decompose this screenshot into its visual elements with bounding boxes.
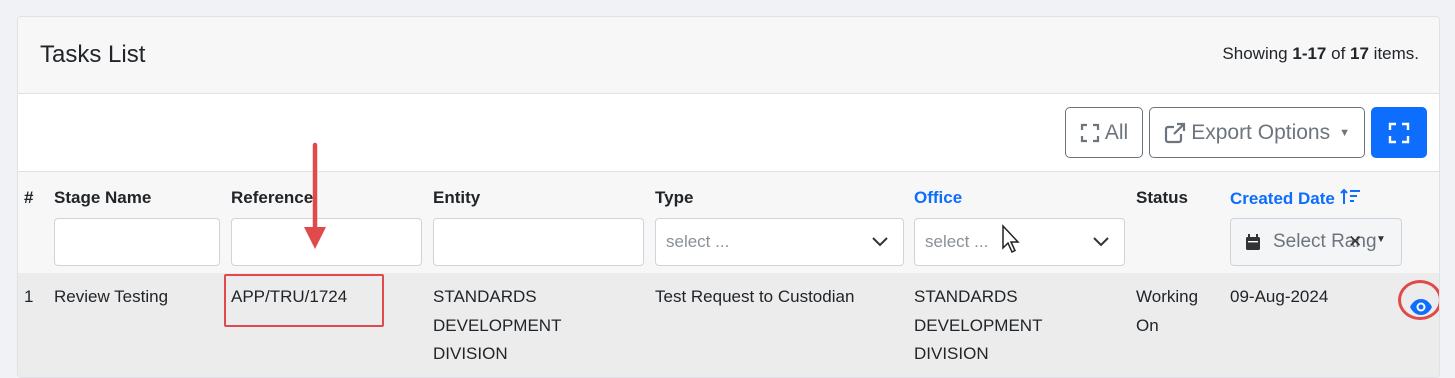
column-header-index: # <box>24 188 34 207</box>
view-highlight-circle <box>1398 280 1439 320</box>
column-header-entity[interactable]: Entity <box>433 188 480 208</box>
fullscreen-button[interactable] <box>1371 107 1427 158</box>
expand-icon <box>1080 123 1099 142</box>
annotation-arrow <box>304 142 326 249</box>
cell-office: STANDARDS DEVELOPMENT DIVISION <box>914 287 1043 363</box>
sort-ascending-icon <box>1339 188 1360 204</box>
reference-highlight-box <box>224 274 384 327</box>
stage-name-filter-input[interactable] <box>54 218 220 266</box>
cell-entity: STANDARDS DEVELOPMENT DIVISION <box>433 287 562 363</box>
cell-stage-name: Review Testing <box>54 287 169 306</box>
clear-date-icon[interactable]: ✕ <box>1348 232 1362 252</box>
export-options-label: Export Options <box>1191 120 1331 144</box>
mouse-pointer-icon <box>1002 224 1020 254</box>
caret-down-icon[interactable]: ▼ <box>1376 234 1386 245</box>
entity-filter-input[interactable] <box>433 218 644 266</box>
caret-down-icon: ▼ <box>1339 126 1350 139</box>
column-header-office[interactable]: Office <box>914 188 962 208</box>
type-filter-placeholder: select ... <box>666 232 730 251</box>
page-title: Tasks List <box>40 41 146 68</box>
calendar-icon <box>1246 233 1260 250</box>
created-date-label: Created Date <box>1230 189 1335 208</box>
type-filter-select[interactable]: select ... <box>655 218 904 266</box>
cell-index: 1 <box>24 287 34 306</box>
table-header: # Stage Name Reference Entity Type Offic… <box>18 171 1439 274</box>
cell-created-date: 09-Aug-2024 <box>1230 287 1329 306</box>
show-all-button[interactable]: All <box>1064 107 1144 158</box>
column-header-type[interactable]: Type <box>655 188 693 208</box>
show-all-label: All <box>1104 120 1129 144</box>
toolbar: All Export Options ▼ <box>1064 107 1427 158</box>
card-header: Tasks List Showing 1-17 of 17 items. <box>18 17 1439 94</box>
column-header-status[interactable]: Status <box>1136 188 1188 208</box>
tasks-card: Tasks List Showing 1-17 of 17 items. All… <box>17 16 1440 378</box>
chevron-down-icon <box>1093 237 1109 247</box>
external-link-icon <box>1165 122 1186 143</box>
cell-status: Working On <box>1136 287 1199 335</box>
cell-type: Test Request to Custodian <box>655 287 855 306</box>
fullscreen-icon <box>1388 122 1410 143</box>
chevron-down-icon <box>872 237 888 247</box>
column-header-stage-name[interactable]: Stage Name <box>54 188 151 208</box>
pagination-summary: Showing 1-17 of 17 items. <box>1222 44 1419 63</box>
export-options-button[interactable]: Export Options ▼ <box>1149 107 1365 158</box>
office-filter-placeholder: select ... <box>925 232 989 251</box>
column-header-created-date[interactable]: Created Date <box>1230 188 1362 209</box>
column-header-reference[interactable]: Reference <box>231 188 313 208</box>
